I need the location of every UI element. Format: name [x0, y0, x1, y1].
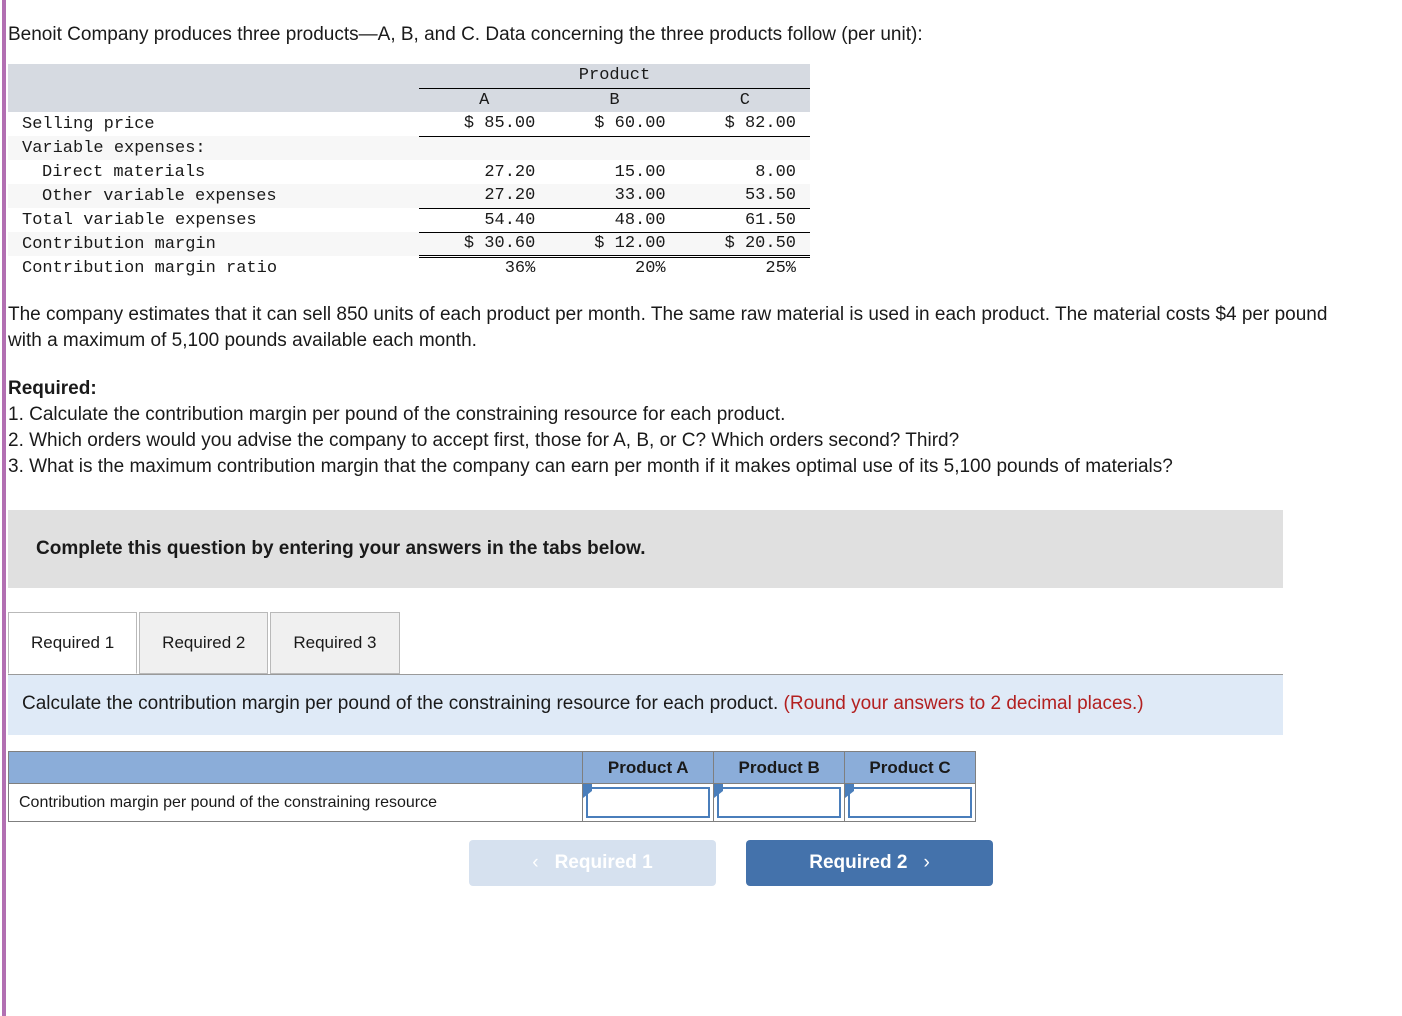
row-label: Contribution margin ratio — [22, 258, 278, 278]
row-value-c: $ 82.00 — [679, 112, 810, 137]
tab-bar: Required 1 Required 2 Required 3 — [8, 612, 1283, 674]
table-row: Variable expenses: — [8, 136, 810, 160]
tab-required-2[interactable]: Required 2 — [139, 612, 269, 674]
row-label: Total variable expenses — [22, 210, 257, 230]
instruction-banner: Complete this question by entering your … — [8, 510, 1283, 588]
row-value-c: 61.50 — [679, 208, 810, 233]
table-row: Contribution margin ratio 36% 20% 25% — [8, 256, 810, 280]
row-label: Contribution margin — [22, 234, 216, 254]
answer-table: Product A Product B Product C Contributi… — [7, 751, 976, 822]
answer-header-row: Product A Product B Product C — [7, 751, 976, 784]
row-value-c — [680, 136, 810, 160]
group-header-product: Product — [419, 64, 810, 89]
chevron-left-icon: ‹ — [532, 852, 539, 873]
answer-header-blank — [7, 751, 584, 784]
table-row: Contribution margin $ 30.60 $ 12.00 $ 20… — [8, 232, 810, 258]
row-value-c: 8.00 — [755, 162, 796, 182]
row-label: Direct materials — [42, 162, 206, 182]
answer-header-product-a: Product A — [582, 751, 715, 784]
row-value-a: 54.40 — [419, 208, 550, 233]
answer-header-product-b: Product B — [713, 751, 846, 784]
tab-required-1[interactable]: Required 1 — [8, 612, 138, 674]
column-header-b: B — [549, 88, 680, 112]
row-label: Selling price — [22, 114, 155, 134]
answer-table-wrap: Product A Product B Product C Contributi… — [7, 751, 1402, 822]
next-required-button[interactable]: Required 2 › — [746, 840, 993, 886]
row-value-a — [419, 136, 549, 160]
cell-marker-triangle-icon — [845, 784, 855, 798]
tab-required-3[interactable]: Required 3 — [270, 612, 400, 674]
page-content: Benoit Company produces three products—A… — [0, 0, 1402, 886]
table-group-header-row: Product — [8, 64, 810, 89]
row-value-b: 48.00 — [549, 208, 680, 233]
row-value-b: 20% — [635, 259, 666, 279]
cell-marker-triangle-icon — [583, 784, 593, 798]
answer-input-product-a[interactable] — [586, 787, 711, 818]
required-item-3: 3. What is the maximum contribution marg… — [8, 456, 1173, 477]
intro-text: Benoit Company produces three products—A… — [8, 24, 923, 45]
column-header-spacer — [8, 88, 420, 112]
task-instruction-panel: Calculate the contribution margin per po… — [8, 674, 1283, 735]
column-header-c: C — [679, 88, 810, 112]
instruction-banner-text: Complete this question by entering your … — [36, 538, 646, 559]
row-value-b: 15.00 — [614, 162, 666, 182]
required-heading: Required: — [8, 378, 97, 399]
table-row: Selling price $ 85.00 $ 60.00 $ 82.00 — [8, 112, 810, 137]
answer-row-label: Contribution margin per pound of the con… — [7, 783, 584, 822]
row-value-a: 27.20 — [419, 184, 550, 209]
answer-cell-product-c[interactable] — [844, 783, 976, 822]
row-value-a: 36% — [504, 259, 536, 279]
row-label: Variable expenses: — [22, 138, 206, 158]
row-value-b: $ 60.00 — [549, 112, 680, 137]
tab-label: Required 3 — [293, 633, 377, 652]
answer-input-product-c[interactable] — [848, 787, 972, 818]
row-value-c: $ 20.50 — [679, 232, 810, 258]
answer-row: Contribution margin per pound of the con… — [7, 783, 976, 822]
required-item-2: 2. Which orders would you advise the com… — [8, 430, 960, 451]
tab-label: Required 1 — [31, 633, 115, 652]
row-value-b: 33.00 — [549, 184, 680, 209]
prev-button-label: Required 1 — [554, 852, 653, 873]
question-page: Benoit Company produces three products—A… — [0, 0, 1402, 1016]
row-value-c: 25% — [765, 259, 796, 279]
required-item-1: 1. Calculate the contribution margin per… — [8, 404, 786, 425]
column-header-a: A — [419, 88, 550, 112]
row-value-a: $ 85.00 — [419, 112, 550, 137]
answer-input-product-b[interactable] — [717, 787, 842, 818]
product-data-table: Product A B C Selling price $ 85.00 $ 60… — [8, 64, 810, 280]
row-value-a: 27.20 — [484, 162, 536, 182]
task-instruction-note: (Round your answers to 2 decimal places.… — [783, 693, 1144, 714]
table-row: Direct materials 27.20 15.00 8.00 — [8, 160, 810, 184]
tab-label: Required 2 — [162, 633, 246, 652]
cell-marker-triangle-icon — [714, 784, 724, 798]
answer-cell-product-b[interactable] — [713, 783, 846, 822]
nav-button-row: ‹ Required 1 Required 2 › — [0, 840, 1402, 886]
answer-header-product-c: Product C — [844, 751, 976, 784]
prev-required-button[interactable]: ‹ Required 1 — [469, 840, 716, 886]
row-value-b — [549, 136, 679, 160]
product-data-table-wrap: Product A B C Selling price $ 85.00 $ 60… — [0, 48, 1402, 280]
row-value-a: $ 30.60 — [419, 232, 550, 258]
row-value-c: 53.50 — [679, 184, 810, 209]
chevron-right-icon: › — [923, 852, 930, 873]
table-row: Other variable expenses 27.20 33.00 53.5… — [8, 184, 810, 209]
task-instruction-text: Calculate the contribution margin per po… — [22, 693, 779, 714]
next-button-label: Required 2 — [809, 852, 908, 873]
row-label: Other variable expenses — [42, 186, 277, 206]
row-value-b: $ 12.00 — [549, 232, 680, 258]
table-row: Total variable expenses 54.40 48.00 61.5… — [8, 208, 810, 233]
scenario-paragraph: The company estimates that it can sell 8… — [8, 304, 1328, 351]
table-column-header-row: A B C — [8, 88, 810, 112]
required-block: Required: 1. Calculate the contribution … — [0, 376, 1402, 480]
answer-cell-product-a[interactable] — [582, 783, 715, 822]
group-header-spacer — [8, 64, 420, 88]
